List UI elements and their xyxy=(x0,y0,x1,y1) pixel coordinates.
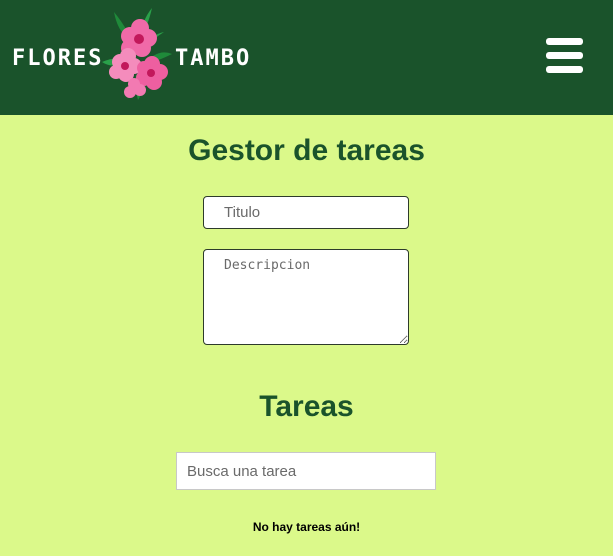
site-header: FLORES TAMBO xyxy=(0,0,613,115)
hamburger-menu-icon[interactable] xyxy=(546,38,583,74)
tasks-heading: Tareas xyxy=(259,390,354,423)
task-title-input[interactable] xyxy=(203,196,409,229)
flores-tambo-logo[interactable]: FLORES TAMBO xyxy=(8,4,253,106)
task-search-input[interactable] xyxy=(176,452,436,490)
empty-tasks-message: No hay tareas aún! xyxy=(252,520,361,534)
flower-icon xyxy=(102,8,172,100)
logo-word-right: TAMBO xyxy=(175,46,252,71)
task-description-input[interactable] xyxy=(203,249,409,345)
logo-word-left: FLORES xyxy=(12,46,104,71)
page-title: Gestor de tareas xyxy=(188,134,425,167)
